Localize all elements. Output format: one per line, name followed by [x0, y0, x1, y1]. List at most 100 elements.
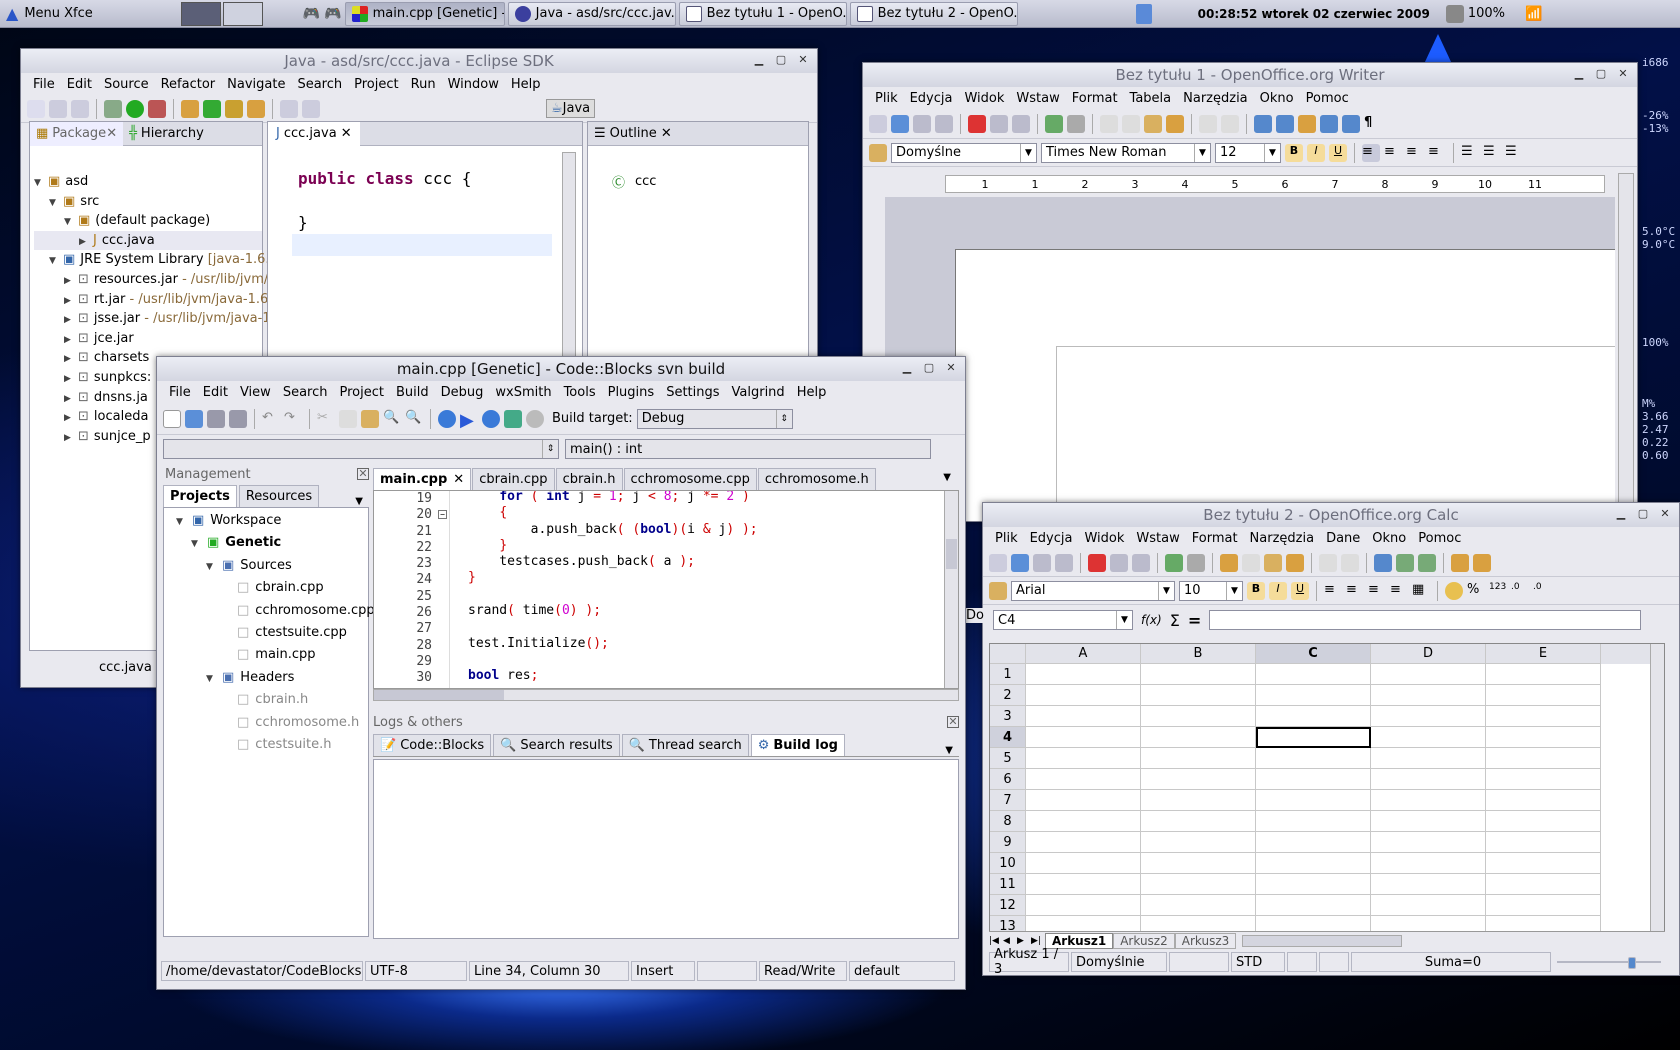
clock[interactable]: 00:28:52 wtorek 02 czerwiec 2009: [1198, 7, 1430, 21]
grid-cell[interactable]: [1486, 811, 1601, 832]
tab-resources[interactable]: Resources: [238, 485, 320, 507]
grid-cell[interactable]: [1141, 706, 1256, 727]
menu-calc-5[interactable]: Narzędzia: [1244, 531, 1321, 546]
grid-cell[interactable]: [1371, 853, 1486, 874]
close-icon[interactable]: ✕: [941, 360, 961, 376]
expand-icon[interactable]: ▼: [64, 213, 76, 233]
grid-cell[interactable]: [1026, 727, 1141, 748]
grid-cell[interactable]: [1256, 727, 1371, 748]
build-run-icon[interactable]: [482, 409, 500, 428]
sheet-nav-first-icon[interactable]: |◀: [989, 936, 1003, 946]
save-icon[interactable]: [1033, 553, 1051, 572]
hscroll[interactable]: [1242, 934, 1403, 947]
tab-outline[interactable]: ☰ Outline ✕: [588, 126, 678, 141]
sheet-nav-prev-icon[interactable]: ◀: [1003, 936, 1017, 946]
close-icon[interactable]: ✕: [357, 468, 369, 480]
task-writer[interactable]: Bez tytułu 1 - OpenO...: [678, 1, 847, 26]
java-code[interactable]: public class ccc { }: [268, 146, 582, 256]
menu-calc-4[interactable]: Format: [1186, 531, 1244, 546]
open-perspective-icon[interactable]: [524, 100, 542, 118]
scope-select[interactable]: ⇕: [163, 439, 559, 459]
hyperlink-icon[interactable]: [1374, 553, 1392, 572]
copy-icon[interactable]: [1122, 114, 1140, 133]
new-doc-icon[interactable]: [869, 114, 887, 133]
menu-cb-8[interactable]: Tools: [558, 385, 602, 400]
merge-cells-icon[interactable]: ▦: [1412, 582, 1430, 600]
percent-icon[interactable]: %: [1467, 582, 1485, 600]
log-tab-thread-search[interactable]: 🔍 Thread search: [621, 734, 749, 756]
bold-icon[interactable]: B: [1247, 581, 1265, 600]
log-tab-search-results[interactable]: 🔍 Search results: [493, 734, 620, 756]
tree-row[interactable]: ▶ ⊡ jsse.jar - /usr/lib/jvm/java-1.6: [34, 309, 283, 329]
grid-cell[interactable]: [1486, 664, 1601, 685]
row-header[interactable]: 7: [990, 790, 1026, 811]
grid-cell[interactable]: [1026, 664, 1141, 685]
outline-item[interactable]: Ⓒccc: [588, 146, 808, 191]
email-icon[interactable]: [935, 114, 953, 133]
minimize-icon[interactable]: ▁: [1611, 506, 1631, 522]
formula-input[interactable]: [1209, 610, 1642, 630]
redo-icon[interactable]: [1341, 553, 1359, 572]
menu-source[interactable]: Source: [98, 77, 155, 92]
file-tab[interactable]: main.cpp ✕: [373, 468, 472, 490]
menu-project[interactable]: Project: [348, 77, 404, 92]
redo-icon[interactable]: [1221, 114, 1239, 133]
equals-icon[interactable]: =: [1188, 611, 1201, 630]
copy-icon[interactable]: [339, 409, 357, 428]
draw-icon[interactable]: [1298, 114, 1316, 133]
navigator-icon[interactable]: [1320, 114, 1338, 133]
function-wizard-icon[interactable]: f(x): [1141, 613, 1162, 627]
grid-cell[interactable]: [1371, 769, 1486, 790]
menu-refactor[interactable]: Refactor: [155, 77, 222, 92]
row-header[interactable]: 2: [990, 685, 1026, 706]
grid-cell[interactable]: [1141, 895, 1256, 916]
run-icon[interactable]: [126, 99, 144, 118]
align-left-icon[interactable]: ≡: [1324, 582, 1342, 600]
replace-icon[interactable]: 🔍: [405, 410, 423, 428]
grid-cell[interactable]: [1256, 832, 1371, 853]
menu-search[interactable]: Search: [291, 77, 348, 92]
grid-cell[interactable]: [1486, 769, 1601, 790]
grid-cell[interactable]: [1141, 790, 1256, 811]
cut-icon[interactable]: ✂: [317, 410, 335, 428]
name-box[interactable]: C4 ▼: [993, 610, 1133, 630]
copy-icon[interactable]: [1242, 553, 1260, 572]
row-header[interactable]: 8: [990, 811, 1026, 832]
corner-cell[interactable]: [990, 644, 1026, 664]
sort-asc-icon[interactable]: [1396, 553, 1414, 572]
styles-icon[interactable]: [989, 581, 1007, 600]
tree-row[interactable]: ▼ ▣ src: [34, 192, 262, 212]
workspace-1-icon[interactable]: [180, 1, 221, 26]
grid-cell[interactable]: [1371, 832, 1486, 853]
page[interactable]: [955, 249, 1615, 521]
format-paint-icon[interactable]: [1166, 114, 1184, 133]
tree-row[interactable]: □ cchromosome.h: [176, 712, 368, 734]
draw-icon[interactable]: [1473, 553, 1491, 572]
codeblocks-titlebar[interactable]: main.cpp [Genetic] - Code::Blocks svn bu…: [157, 357, 965, 381]
menu-cb-12[interactable]: Help: [791, 385, 833, 400]
grid-cell[interactable]: [1141, 769, 1256, 790]
menu-cb-7[interactable]: wxSmith: [489, 385, 557, 400]
tree-row[interactable]: □ cchromosome.cpp: [176, 600, 375, 622]
pdf-icon[interactable]: [968, 114, 986, 133]
menu-cb-9[interactable]: Plugins: [602, 385, 661, 400]
menu-navigate[interactable]: Navigate: [221, 77, 291, 92]
menu-writer-5[interactable]: Tabela: [1124, 91, 1178, 106]
row-header[interactable]: 11: [990, 874, 1026, 895]
menu-writer-2[interactable]: Widok: [958, 91, 1010, 106]
task-calc[interactable]: Bez tytułu 2 - OpenO...: [849, 1, 1018, 26]
grid-cell[interactable]: [1256, 769, 1371, 790]
grid-cell[interactable]: [1486, 706, 1601, 727]
spellcheck-icon[interactable]: [1045, 114, 1063, 133]
grid-cell[interactable]: [1256, 895, 1371, 916]
sheet-nav-next-icon[interactable]: ▶: [1017, 936, 1031, 946]
menu-cb-4[interactable]: Project: [333, 385, 389, 400]
eclipse-titlebar[interactable]: Java - asd/src/ccc.java - Eclipse SDK ▁ ▢…: [21, 49, 817, 73]
autospell-icon[interactable]: [1187, 553, 1205, 572]
menu-cb-3[interactable]: Search: [277, 385, 334, 400]
grid-cell[interactable]: [1371, 664, 1486, 685]
font-name-select[interactable]: Times New Roman ▼: [1041, 142, 1211, 163]
log-tab-build-log[interactable]: ⚙ Build log: [750, 734, 845, 756]
menu-help[interactable]: Help: [505, 77, 547, 92]
notes-icon[interactable]: [1135, 3, 1152, 24]
